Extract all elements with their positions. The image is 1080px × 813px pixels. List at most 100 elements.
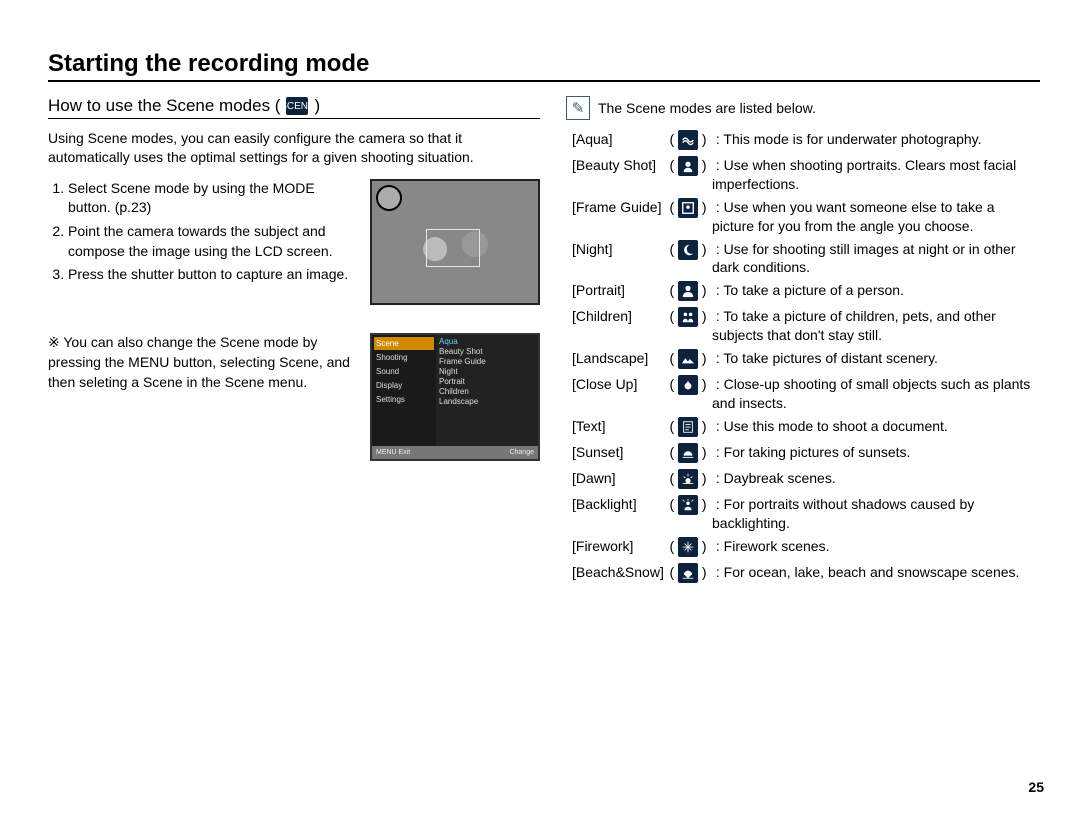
scene-label: [Children] <box>566 307 666 326</box>
scene-label: [Portrait] <box>566 281 666 300</box>
scene-row: [Text]( ) : Use this mode to shoot a doc… <box>566 417 1040 437</box>
beauty-icon <box>678 156 698 176</box>
note-body: You can also change the Scene mode by pr… <box>48 334 350 390</box>
scene-label: [Night] <box>566 240 666 259</box>
left-column: How to use the Scene modes ( SCENE ) Usi… <box>48 96 540 587</box>
scene-indicator-icon <box>376 185 402 211</box>
scene-icon-cell: ( ) <box>666 307 710 327</box>
beach-icon <box>678 563 698 583</box>
info-icon: ✎ <box>566 96 590 120</box>
backlight-icon <box>678 495 698 515</box>
scene-mode-icon: SCENE <box>286 97 308 115</box>
scene-description: : Use when you want someone else to take… <box>710 198 1040 236</box>
scene-description: : For ocean, lake, beach and snowscape s… <box>710 563 1040 582</box>
scene-row: [Close Up]( ) : Close-up shooting of sma… <box>566 375 1040 413</box>
menu-right-item: Aqua <box>439 337 535 346</box>
scene-row: [Children]( ) : To take a picture of chi… <box>566 307 1040 345</box>
menu-screenshot-illustration: Scene Shooting Sound Display Settings Aq… <box>370 333 540 461</box>
section-heading: How to use the Scene modes ( SCENE ) <box>48 96 540 119</box>
scene-icon-cell: ( ) <box>666 156 710 176</box>
scene-row: [Night]( ) : Use for shooting still imag… <box>566 240 1040 278</box>
menu-left-item: Display <box>374 379 434 392</box>
menu-right-item: Children <box>439 387 535 396</box>
scene-label: [Landscape] <box>566 349 666 368</box>
scene-icon-cell: ( ) <box>666 563 710 583</box>
focus-rect-icon <box>426 229 480 267</box>
subtitle-close: ) <box>314 96 320 116</box>
scene-label: [Frame Guide] <box>566 198 666 217</box>
scene-description: : Daybreak scenes. <box>710 469 1040 488</box>
menu-left-item: Sound <box>374 365 434 378</box>
steps-list: Select Scene mode by using the MODE butt… <box>48 179 360 305</box>
scene-description: : Use this mode to shoot a document. <box>710 417 1040 436</box>
menu-bar-exit: MENU Exit <box>376 449 410 456</box>
scene-label: [Sunset] <box>566 443 666 462</box>
menu-right-item: Frame Guide <box>439 357 535 366</box>
scene-row: [Beauty Shot]( ) : Use when shooting por… <box>566 156 1040 194</box>
scene-description: : Close-up shooting of small objects suc… <box>710 375 1040 413</box>
scene-icon-cell: ( ) <box>666 469 710 489</box>
scene-row: [Landscape]( ) : To take pictures of dis… <box>566 349 1040 369</box>
scene-label: [Firework] <box>566 537 666 556</box>
night-icon <box>678 240 698 260</box>
scene-row: [Sunset]( ) : For taking pictures of sun… <box>566 443 1040 463</box>
step-item: Select Scene mode by using the MODE butt… <box>68 179 360 218</box>
scene-label: [Aqua] <box>566 130 666 149</box>
scene-description: : Use for shooting still images at night… <box>710 240 1040 278</box>
scene-label: [Text] <box>566 417 666 436</box>
step-item: Press the shutter button to capture an i… <box>68 265 360 285</box>
scene-row: [Backlight]( ) : For portraits without s… <box>566 495 1040 533</box>
scene-row: [Beach&Snow]( ) : For ocean, lake, beach… <box>566 563 1040 583</box>
menu-bar-change: Change <box>509 449 534 456</box>
scene-icon-cell: ( ) <box>666 240 710 260</box>
right-column: ✎ The Scene modes are listed below. [Aqu… <box>566 96 1040 587</box>
scene-icon-cell: ( ) <box>666 375 710 395</box>
frame-icon <box>678 198 698 218</box>
scene-description: : To take a picture of children, pets, a… <box>710 307 1040 345</box>
scene-icon-cell: ( ) <box>666 417 710 437</box>
page-number: 25 <box>1028 779 1044 795</box>
scene-icon-cell: ( ) <box>666 495 710 515</box>
scene-icon-cell: ( ) <box>666 281 710 301</box>
portrait-icon <box>678 281 698 301</box>
intro-paragraph: Using Scene modes, you can easily config… <box>48 129 540 167</box>
closeup-icon <box>678 375 698 395</box>
scene-row: [Firework]( ) : Firework scenes. <box>566 537 1040 557</box>
scene-row: [Aqua]( ) : This mode is for underwater … <box>566 130 1040 150</box>
scene-label: [Backlight] <box>566 495 666 514</box>
sunset-icon <box>678 443 698 463</box>
note-paragraph: ※ You can also change the Scene mode by … <box>48 333 360 461</box>
scene-icon-cell: ( ) <box>666 443 710 463</box>
scene-description: : Firework scenes. <box>710 537 1040 556</box>
dawn-icon <box>678 469 698 489</box>
step-item: Point the camera towards the subject and… <box>68 222 360 261</box>
scene-list-intro: The Scene modes are listed below. <box>598 100 816 116</box>
scene-description: : For portraits without shadows caused b… <box>710 495 1040 533</box>
scene-row: [Portrait]( ) : To take a picture of a p… <box>566 281 1040 301</box>
scene-description: : To take pictures of distant scenery. <box>710 349 1040 368</box>
scene-description: : This mode is for underwater photograph… <box>710 130 1040 149</box>
scene-label: [Beach&Snow] <box>566 563 666 582</box>
text-icon <box>678 417 698 437</box>
menu-left-item: Shooting <box>374 351 434 364</box>
scene-icon-cell: ( ) <box>666 198 710 218</box>
children-icon <box>678 307 698 327</box>
scene-description: : To take a picture of a person. <box>710 281 1040 300</box>
subtitle-text: How to use the Scene modes ( <box>48 96 280 116</box>
scene-row: [Frame Guide]( ) : Use when you want som… <box>566 198 1040 236</box>
scene-icon-cell: ( ) <box>666 537 710 557</box>
firework-icon <box>678 537 698 557</box>
page-title: Starting the recording mode <box>48 50 1040 82</box>
scene-mode-list: [Aqua]( ) : This mode is for underwater … <box>566 130 1040 583</box>
note-marker: ※ <box>48 334 60 350</box>
menu-right-item: Beauty Shot <box>439 347 535 356</box>
scene-row: [Dawn]( ) : Daybreak scenes. <box>566 469 1040 489</box>
scene-icon-cell: ( ) <box>666 349 710 369</box>
menu-left-item: Settings <box>374 393 434 406</box>
landscape-icon <box>678 349 698 369</box>
scene-label: [Beauty Shot] <box>566 156 666 175</box>
menu-right-item: Landscape <box>439 397 535 406</box>
scene-icon-cell: ( ) <box>666 130 710 150</box>
scene-label: [Dawn] <box>566 469 666 488</box>
scene-description: : For taking pictures of sunsets. <box>710 443 1040 462</box>
